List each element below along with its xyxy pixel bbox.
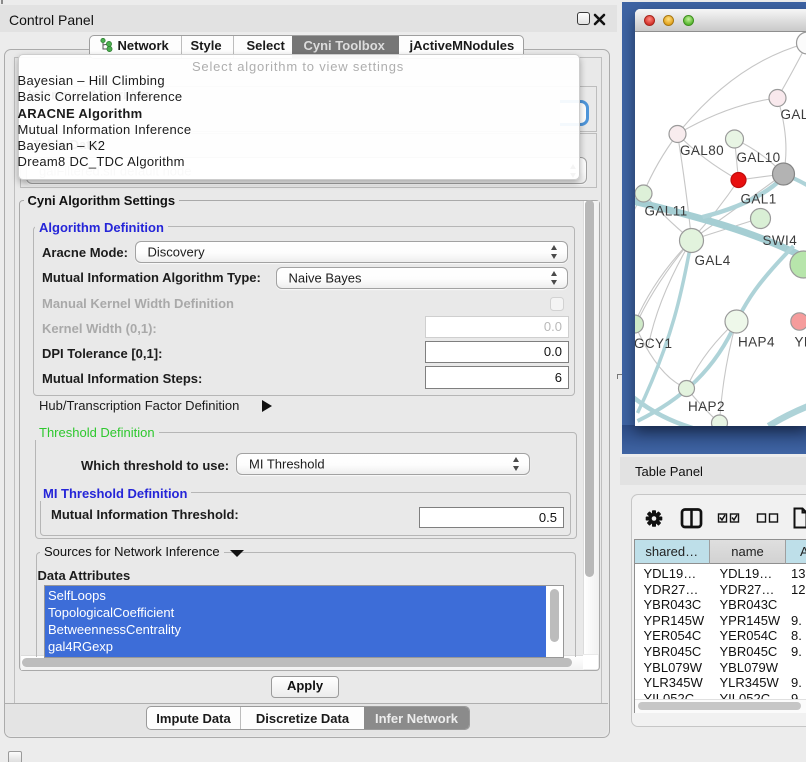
svg-text:GAL80: GAL80	[680, 143, 724, 158]
svg-text:HAP2: HAP2	[688, 399, 725, 414]
svg-text:YM: YM	[794, 335, 806, 350]
svg-text:GAL10: GAL10	[736, 150, 780, 165]
svg-text:SWI4: SWI4	[762, 233, 797, 248]
svg-text:GCY1: GCY1	[635, 336, 672, 351]
svg-text:HAP4: HAP4	[738, 335, 775, 350]
svg-text:GAL4: GAL4	[694, 253, 730, 268]
svg-text:GAL1: GAL1	[740, 192, 776, 207]
svg-text:GAL2: GAL2	[780, 107, 806, 122]
svg-text:GAL11: GAL11	[644, 204, 687, 219]
